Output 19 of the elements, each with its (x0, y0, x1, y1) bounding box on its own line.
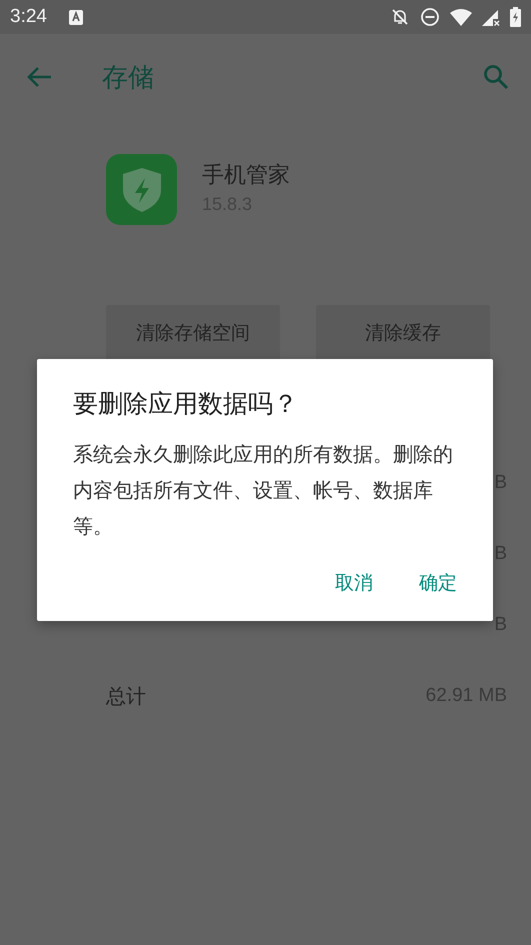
clear-button[interactable]: 清除缓存 (316, 305, 490, 361)
app-name: 手机管家 (202, 162, 290, 190)
search-icon[interactable] (483, 64, 509, 90)
dialog-message: 系统会永久删除此应用的所有数据。删除的内容包括所有文件、设置、帐号、数据库等。 (73, 441, 454, 540)
back-arrow-icon[interactable] (26, 66, 52, 88)
status-time: 3:24 (10, 6, 47, 28)
muted-bell-icon (390, 7, 410, 27)
keyboard-icon (68, 10, 83, 24)
wifi-icon (450, 8, 472, 26)
page-title: 存储 (102, 62, 154, 94)
dialog-title: 要删除应用数据吗？ (73, 388, 299, 420)
dialog-button[interactable]: 确定 (411, 564, 465, 602)
do-not-disturb-icon (420, 7, 440, 27)
signal-icon (482, 8, 500, 26)
dialog-button[interactable]: 取消 (327, 564, 381, 602)
battery-charging-icon (510, 7, 521, 27)
app-icon (106, 154, 177, 225)
clear-button[interactable]: 清除存储空间 (106, 305, 280, 361)
total-label: 总计 (106, 682, 146, 710)
